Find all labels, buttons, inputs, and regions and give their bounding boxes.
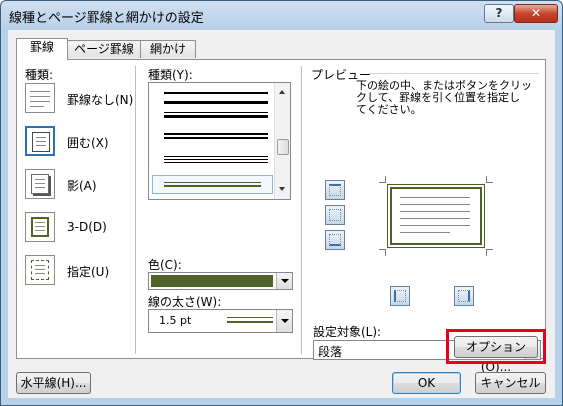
setting-3d-label[interactable]: 3-D(D) <box>67 220 107 234</box>
apply-to-value: 段落 <box>318 345 343 359</box>
style-list-scrollbar[interactable] <box>274 83 290 199</box>
cancel-button[interactable]: キャンセル <box>475 372 546 394</box>
column-divider <box>135 66 136 354</box>
bottom-border-button[interactable] <box>325 230 345 250</box>
color-swatch <box>151 275 273 287</box>
borders-panel: 種類: 罫線なし(N) 囲む(X) 影(A) 3-D(D) 指定(U) 種類(Y… <box>16 59 546 360</box>
highlight-box <box>446 329 546 364</box>
dialog-client: 罫線 ページ罫線 網かけ 種類: 罫線なし(N) 囲む(X) 影(A) 3-D(… <box>8 30 555 398</box>
setting-none-label[interactable]: 罫線なし(N) <box>67 91 133 108</box>
tab-page-borders[interactable]: ページ罫線 <box>67 40 141 58</box>
chevron-down-icon <box>281 279 289 283</box>
color-dropdown-button[interactable] <box>276 273 292 289</box>
custom-border-icon[interactable] <box>25 255 55 285</box>
top-border-button[interactable] <box>325 180 345 200</box>
width-dropdown-button[interactable] <box>276 310 292 332</box>
color-label: 色(C): <box>148 258 182 272</box>
instruction-line-3: てください。 <box>356 103 422 116</box>
scroll-thumb[interactable] <box>277 139 289 155</box>
right-border-button[interactable] <box>454 286 474 306</box>
column-divider-2 <box>301 66 302 354</box>
shadow-border-icon[interactable] <box>25 169 55 199</box>
setting-heading: 種類: <box>25 68 54 82</box>
left-border-button[interactable] <box>390 286 410 306</box>
apply-to-label: 設定対象(L): <box>313 325 382 339</box>
inside-horizontal-border-button[interactable] <box>325 205 345 225</box>
width-dropdown[interactable]: 1.5 pt <box>148 309 293 333</box>
line-style-list[interactable] <box>148 82 291 200</box>
window-title: 線種とページ罫線と網かけの設定 <box>9 11 204 26</box>
help-button[interactable]: ? <box>484 4 514 23</box>
no-border-icon[interactable] <box>25 83 55 113</box>
box-border-icon[interactable] <box>25 126 55 156</box>
setting-custom-label[interactable]: 指定(U) <box>67 263 109 280</box>
color-dropdown[interactable] <box>148 272 293 290</box>
3d-border-icon[interactable] <box>25 212 55 242</box>
width-value: 1.5 pt <box>159 314 192 327</box>
horizontal-line-button[interactable]: 水平線(H)... <box>16 372 91 394</box>
title-bar: 線種とページ罫線と網かけの設定 ? ✕ <box>1 1 562 29</box>
border-preview[interactable] <box>379 176 493 256</box>
scroll-up-icon[interactable] <box>279 90 285 94</box>
setting-shadow-label[interactable]: 影(A) <box>67 177 97 194</box>
selected-line-style[interactable] <box>152 175 273 194</box>
preview-instructions: 下の絵の中、またはボタンをクリッ クして、罫線を引く位置を指定し てください。 <box>356 80 532 116</box>
style-heading: 種類(Y): <box>148 68 193 82</box>
close-button[interactable]: ✕ <box>514 4 558 23</box>
chevron-down-icon <box>281 319 289 323</box>
width-label: 線の太さ(W): <box>148 295 222 309</box>
tab-borders[interactable]: 罫線 <box>16 38 68 60</box>
setting-box-label[interactable]: 囲む(X) <box>67 134 109 151</box>
dialog-window: 線種とページ罫線と網かけの設定 ? ✕ 罫線 ページ罫線 網かけ 種類: 罫線な… <box>0 0 563 406</box>
tab-shading[interactable]: 網かけ <box>140 40 196 58</box>
ok-button[interactable]: OK <box>392 372 461 394</box>
scroll-down-icon[interactable] <box>279 187 285 191</box>
